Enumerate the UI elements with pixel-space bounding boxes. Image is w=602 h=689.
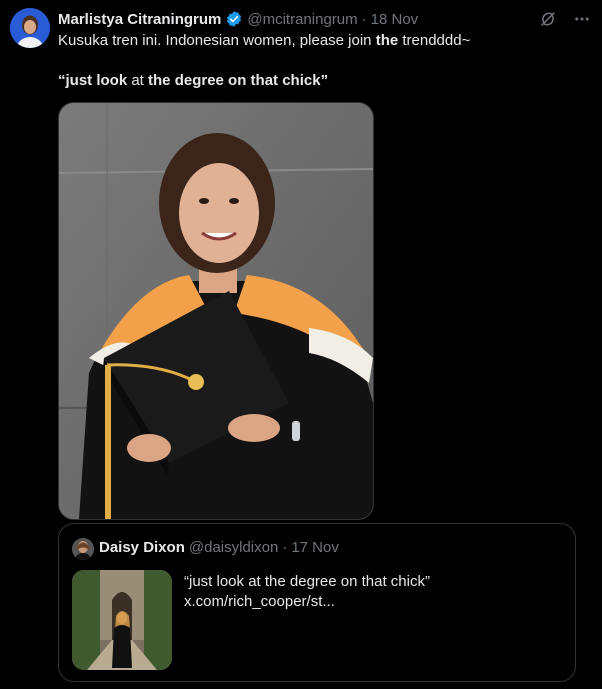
tweet-text-part: Kusuka tren ini. Indonesian women, pleas… bbox=[58, 32, 376, 49]
author-name[interactable]: Marlistya Citraningrum bbox=[58, 11, 221, 28]
tweet-header: Marlistya Citraningrum @mcitraningrum · … bbox=[58, 9, 592, 29]
tweet-text-line2: “just look at the degree on that chick” bbox=[58, 71, 328, 91]
tweet-text-part: the degree on that chick” bbox=[143, 72, 329, 89]
verified-badge-icon bbox=[225, 10, 243, 28]
quoted-tweet-date[interactable]: 17 Nov bbox=[291, 539, 339, 556]
more-icon[interactable] bbox=[572, 9, 592, 29]
quoted-link[interactable]: x.com/rich_cooper/st... bbox=[184, 592, 430, 612]
tweet-text-line1: Kusuka tren ini. Indonesian women, pleas… bbox=[58, 31, 470, 51]
quoted-author-avatar[interactable] bbox=[72, 538, 94, 560]
author-avatar[interactable] bbox=[10, 8, 50, 48]
quoted-tweet-header: Daisy Dixon @daisyldixon · 17 Nov bbox=[99, 539, 339, 556]
quoted-author-handle[interactable]: @daisyldixon bbox=[189, 539, 278, 556]
author-handle[interactable]: @mcitraningrum bbox=[247, 11, 357, 28]
tweet-text-bold: the bbox=[375, 32, 399, 49]
tweet-date[interactable]: 18 Nov bbox=[371, 11, 419, 28]
tweet-text-part: trendddd~ bbox=[398, 32, 471, 49]
quoted-author-name[interactable]: Daisy Dixon bbox=[99, 539, 185, 556]
tweet-text-light: at bbox=[131, 72, 144, 89]
separator-dot: · bbox=[361, 10, 367, 28]
grok-icon[interactable] bbox=[538, 9, 558, 29]
quoted-text-line1: “just look at the degree on that chick” bbox=[184, 573, 430, 590]
quoted-tweet-thumbnail[interactable] bbox=[72, 570, 172, 670]
quoted-tweet-card[interactable]: Daisy Dixon @daisyldixon · 17 Nov “just … bbox=[58, 523, 576, 682]
separator-dot: · bbox=[282, 539, 288, 556]
tweet-photo[interactable] bbox=[58, 102, 374, 520]
tweet-text-part: “just look bbox=[58, 72, 132, 89]
quoted-tweet-text: “just look at the degree on that chick” … bbox=[184, 572, 430, 612]
